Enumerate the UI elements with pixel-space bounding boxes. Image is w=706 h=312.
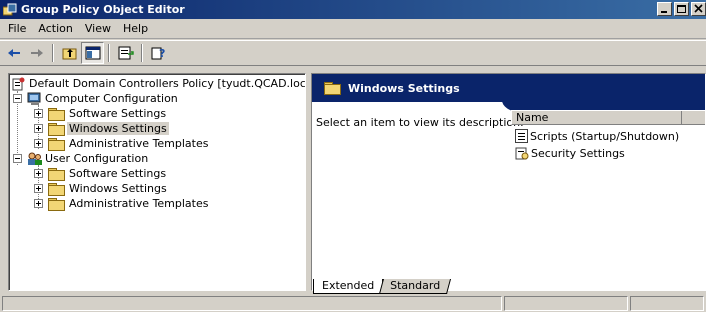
title-bar: Group Policy Object Editor bbox=[0, 0, 706, 19]
expand-toggle[interactable] bbox=[34, 184, 43, 193]
folder-icon bbox=[48, 137, 65, 151]
folder-icon bbox=[324, 82, 341, 95]
tree-item-cc-administrative-templates[interactable]: Administrative Templates bbox=[34, 136, 211, 151]
tree-item-uc-administrative-templates[interactable]: Administrative Templates bbox=[34, 196, 211, 211]
forward-arrow-icon bbox=[30, 49, 43, 57]
tree-item-cc-software-settings[interactable]: Software Settings bbox=[34, 106, 168, 121]
tab-label: Standard bbox=[390, 279, 441, 292]
show-hide-tree-button[interactable] bbox=[81, 42, 104, 64]
toolbar-separator bbox=[108, 44, 110, 62]
expand-toggle[interactable] bbox=[34, 199, 43, 208]
view-tabs: Extended Standard bbox=[313, 278, 452, 294]
export-list-icon bbox=[118, 46, 134, 60]
tree-label: Windows Settings bbox=[67, 122, 169, 135]
users-icon bbox=[27, 152, 42, 166]
minimize-icon bbox=[661, 11, 667, 13]
tree-item-computer-configuration[interactable]: Computer Configuration bbox=[13, 91, 180, 106]
back-button[interactable] bbox=[2, 42, 25, 64]
list-item-scripts[interactable]: Scripts (Startup/Shutdown) bbox=[515, 128, 679, 144]
folder-icon bbox=[48, 167, 65, 181]
details-header: Windows Settings bbox=[312, 74, 705, 102]
window-title: Group Policy Object Editor bbox=[21, 3, 185, 16]
script-icon bbox=[515, 129, 528, 143]
security-icon bbox=[515, 146, 529, 160]
close-button[interactable] bbox=[691, 2, 706, 16]
details-pane: Windows Settings Select an item to view … bbox=[311, 73, 706, 291]
back-arrow-icon bbox=[7, 49, 20, 57]
status-cell bbox=[504, 296, 628, 311]
status-bar bbox=[0, 295, 706, 312]
expand-toggle[interactable] bbox=[34, 124, 43, 133]
toolbar-separator bbox=[52, 44, 54, 62]
console-tree[interactable]: Default Domain Controllers Policy [tyudt… bbox=[8, 73, 306, 291]
folder-icon bbox=[48, 182, 65, 196]
column-header-name[interactable]: Name bbox=[512, 111, 682, 124]
menu-action[interactable]: Action bbox=[32, 22, 78, 35]
menu-file[interactable]: File bbox=[2, 22, 32, 35]
tree-label: Computer Configuration bbox=[45, 92, 178, 105]
folder-icon bbox=[48, 107, 65, 121]
computer-icon bbox=[27, 92, 41, 106]
list-item-security-settings[interactable]: Security Settings bbox=[515, 145, 625, 161]
tree-label: Administrative Templates bbox=[69, 197, 209, 210]
list-item-label: Security Settings bbox=[531, 146, 625, 160]
tree-label: Software Settings bbox=[69, 167, 167, 180]
tree-label: Default Domain Controllers Policy [tyudt… bbox=[29, 77, 306, 90]
status-cell-main bbox=[2, 296, 502, 311]
forward-button[interactable] bbox=[25, 42, 48, 64]
expand-toggle[interactable] bbox=[34, 139, 43, 148]
tab-standard[interactable]: Standard bbox=[379, 279, 452, 294]
list-item-label: Scripts (Startup/Shutdown) bbox=[530, 129, 680, 143]
status-cell bbox=[630, 296, 704, 311]
tree-label: User Configuration bbox=[45, 152, 149, 165]
maximize-button[interactable] bbox=[674, 2, 689, 16]
maximize-icon bbox=[677, 5, 686, 13]
description-text: Select an item to view its description. bbox=[316, 116, 524, 129]
menu-help[interactable]: Help bbox=[117, 22, 154, 35]
up-folder-icon bbox=[62, 48, 76, 60]
tree-item-root[interactable]: Default Domain Controllers Policy [tyudt… bbox=[11, 76, 306, 91]
collapse-toggle[interactable] bbox=[13, 94, 22, 103]
menu-bar: File Action View Help bbox=[0, 19, 706, 39]
up-one-level-button[interactable] bbox=[58, 42, 81, 64]
export-list-button[interactable] bbox=[114, 42, 137, 64]
close-icon bbox=[694, 4, 703, 13]
tab-extended[interactable]: Extended bbox=[313, 279, 384, 294]
menu-view[interactable]: View bbox=[79, 22, 117, 35]
tree-item-uc-software-settings[interactable]: Software Settings bbox=[34, 166, 168, 181]
tree-label: Windows Settings bbox=[69, 182, 167, 195]
open-folder-icon bbox=[48, 122, 65, 136]
expand-toggle[interactable] bbox=[34, 109, 43, 118]
svg-text:?: ? bbox=[159, 47, 165, 60]
collapse-toggle[interactable] bbox=[13, 154, 22, 163]
help-button[interactable]: ? bbox=[147, 42, 170, 64]
tree-item-uc-windows-settings[interactable]: Windows Settings bbox=[34, 181, 169, 196]
show-hide-tree-icon bbox=[85, 46, 100, 60]
minimize-button[interactable] bbox=[657, 2, 672, 16]
tree-label: Software Settings bbox=[69, 107, 167, 120]
policy-scroll-icon bbox=[11, 77, 25, 91]
folder-icon bbox=[48, 197, 65, 211]
expand-toggle[interactable] bbox=[34, 169, 43, 178]
toolbar: ? bbox=[0, 40, 706, 66]
tree-label: Administrative Templates bbox=[69, 137, 209, 150]
list-header: Name bbox=[511, 110, 705, 125]
toolbar-separator bbox=[141, 44, 143, 62]
tree-item-cc-windows-settings[interactable]: Windows Settings bbox=[34, 121, 169, 136]
gpo-editor-icon bbox=[2, 3, 17, 17]
tree-item-user-configuration[interactable]: User Configuration bbox=[13, 151, 150, 166]
details-title: Windows Settings bbox=[348, 81, 460, 95]
help-icon: ? bbox=[151, 47, 165, 60]
